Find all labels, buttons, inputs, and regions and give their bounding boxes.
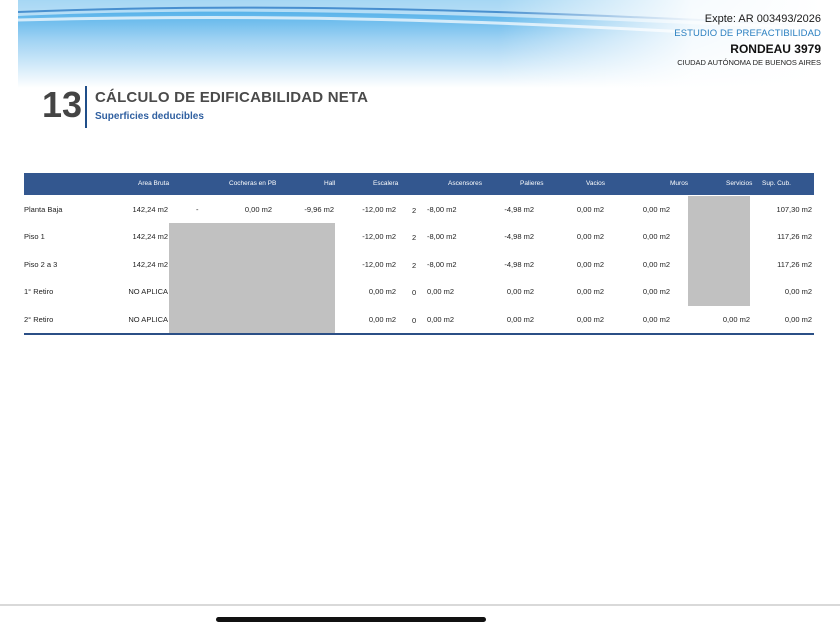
table-cell: -9,96 m2 xyxy=(304,205,334,214)
table-cell: 117,26 m2 xyxy=(777,232,812,241)
col-ascensores: Ascensores xyxy=(448,180,482,187)
home-indicator[interactable] xyxy=(216,617,486,622)
table-cell: -4,98 m2 xyxy=(504,260,534,269)
table-cell: 0,00 m2 xyxy=(642,260,670,269)
table-cell: 0,00 m2 xyxy=(506,287,534,296)
table-cell: 0,00 m2 xyxy=(576,315,604,324)
col-cocheras: Cocheras en PB xyxy=(229,180,277,187)
table-cell: -4,98 m2 xyxy=(504,205,534,214)
row-label: Planta Baja xyxy=(24,205,63,214)
table-cell: 2 xyxy=(412,261,417,270)
table-cell: - xyxy=(196,205,199,214)
table-cell: 0,00 m2 xyxy=(427,315,455,324)
section-subtitle: Superficies deducibles xyxy=(95,111,204,122)
table-cell: 0,00 m2 xyxy=(642,205,670,214)
table-cell: 0,00 m2 xyxy=(784,287,812,296)
table-cell: 0,00 m2 xyxy=(642,287,670,296)
row-label: Piso 1 xyxy=(24,232,45,241)
section-divider xyxy=(85,86,87,128)
table-cell: 0 xyxy=(412,288,417,297)
table-cell: 0,00 m2 xyxy=(576,205,604,214)
header-info: Expte: AR 003493/2026 ESTUDIO DE PREFACT… xyxy=(674,12,821,69)
table-cell: 0,00 m2 xyxy=(506,315,534,324)
row-label: 1° Retiro xyxy=(24,287,54,296)
table-cell: 142,24 m2 xyxy=(132,205,168,214)
table-cell: 0,00 m2 xyxy=(576,287,604,296)
col-vacios: Vacios xyxy=(586,180,606,187)
table-cell: 0,00 m2 xyxy=(368,287,396,296)
table-cell: 0 xyxy=(412,316,417,325)
col-area-bruta: Area Bruta xyxy=(138,180,170,187)
table-cell: -12,00 m2 xyxy=(362,205,396,214)
table-cell: 0,00 m2 xyxy=(576,232,604,241)
table-cell: 2 xyxy=(412,206,417,215)
table-cell: 0,00 m2 xyxy=(784,315,812,324)
table-cell: 0,00 m2 xyxy=(642,232,670,241)
section-title: CÁLCULO DE EDIFICABILIDAD NETA xyxy=(95,89,369,106)
disabled-cells-servicios xyxy=(688,196,750,306)
disabled-cells-cocheras-hall xyxy=(169,223,335,333)
table-cell: 117,26 m2 xyxy=(777,260,812,269)
table-cell: NO APLICA xyxy=(128,287,168,296)
table-cell: 0,00 m2 xyxy=(722,315,750,324)
row-label: Piso 2 a 3 xyxy=(24,260,58,269)
table-cell: NO APLICA xyxy=(128,315,168,324)
col-hall: Hall xyxy=(324,180,336,187)
table-cell: 142,24 m2 xyxy=(132,232,168,241)
table-cell: -8,00 m2 xyxy=(427,205,457,214)
col-servicios: Servicios xyxy=(726,180,753,187)
table-cell: 0,00 m2 xyxy=(642,315,670,324)
table-cell: 0,00 m2 xyxy=(368,315,396,324)
table-cell: -12,00 m2 xyxy=(362,232,396,241)
table-cell: -4,98 m2 xyxy=(504,232,534,241)
table-bottom-rule xyxy=(24,333,814,335)
city-name: CIUDAD AUTÓNOMA DE BUENOS AIRES xyxy=(677,58,821,67)
expediente-number: Expte: AR 003493/2026 xyxy=(704,13,821,25)
table-cell: 0,00 m2 xyxy=(427,287,455,296)
study-type: ESTUDIO DE PREFACTIBILIDAD xyxy=(674,28,821,39)
table-cell: 142,24 m2 xyxy=(132,260,168,269)
section-number: 13 xyxy=(42,84,83,125)
col-escalera: Escalera xyxy=(373,180,399,187)
table-cell: -8,00 m2 xyxy=(427,232,457,241)
col-muros: Muros xyxy=(670,180,689,187)
table-cell: -12,00 m2 xyxy=(362,260,396,269)
col-vendible: Sup. Cub. Vendible xyxy=(762,180,791,209)
table-header: Area Bruta Cocheras en PB Hall Escalera … xyxy=(24,173,814,209)
table-cell: -8,00 m2 xyxy=(427,260,457,269)
table-cell: 2 xyxy=(412,233,417,242)
table-cell: 107,30 m2 xyxy=(776,205,812,214)
table-cell: 0,00 m2 xyxy=(576,260,604,269)
table-cell: 0,00 m2 xyxy=(244,205,272,214)
document-page: Expte: AR 003493/2026 ESTUDIO DE PREFACT… xyxy=(18,0,822,604)
viewer-bottom-divider xyxy=(0,604,840,606)
property-address: RONDEAU 3979 xyxy=(730,42,821,56)
col-palieres: Palieres xyxy=(520,180,544,187)
row-label: 2° Retiro xyxy=(24,315,54,324)
